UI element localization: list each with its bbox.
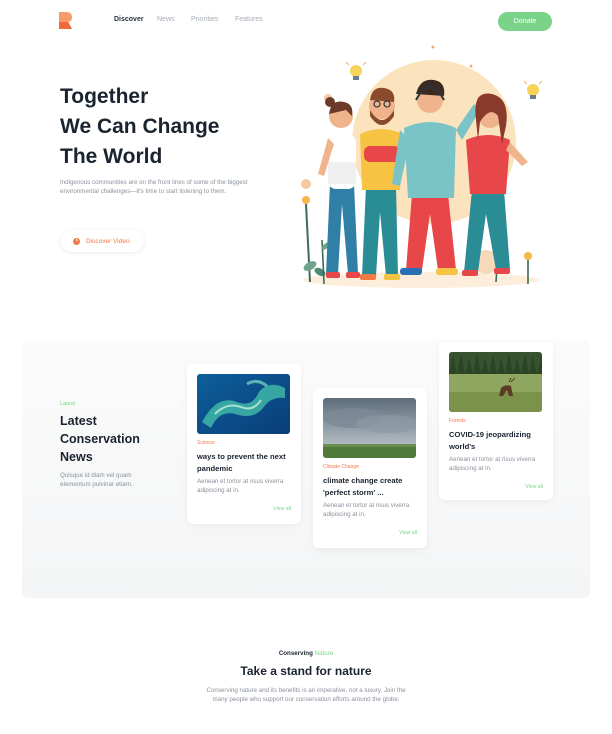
hero-title-line: We Can Change (60, 115, 220, 138)
news-heading-line: Conservation (60, 432, 140, 446)
news-card-forests[interactable]: Forests COVID-19 jeopardizing world's Ae… (439, 342, 553, 500)
news-heading: Latest Conservation News (60, 412, 160, 466)
card-body: Aenean et tortor at risus viverra adipis… (449, 456, 536, 472)
news-card-science[interactable]: Science ways to prevent the next pandemi… (187, 364, 301, 524)
news-kicker: Latest (60, 401, 75, 407)
logo-icon[interactable] (59, 12, 72, 29)
discover-video-label: Discover Video (86, 237, 130, 245)
discover-video-button[interactable]: Discover Video (61, 230, 144, 252)
hero-description: Indigenous communities are on the front … (60, 179, 248, 196)
cta-kicker: Conserving Nature (0, 650, 612, 657)
hero-title-line: The World (60, 145, 163, 168)
card-view-all-link[interactable]: View all (273, 506, 291, 512)
card-tag: Forests (449, 418, 466, 424)
bulb-icon-left (345, 61, 367, 80)
card-image-science (197, 374, 290, 434)
news-heading-line: Latest (60, 414, 97, 428)
bulb-icon-right (523, 80, 543, 99)
cta-kicker-accent: Nature (314, 650, 334, 657)
nav-item-discover[interactable]: Discover (114, 16, 144, 23)
card-image-forests (449, 352, 542, 412)
hero-title-line: Together (60, 85, 149, 108)
card-tag: Climate Change (323, 464, 359, 470)
card-title: climate change create 'perfect storm' ..… (323, 476, 403, 497)
cta-title: Take a stand for nature (240, 664, 372, 678)
card-title: COVID-19 jeopardizing world's (449, 430, 531, 451)
card-view-all-link[interactable]: View all (399, 530, 417, 536)
card-title: ways to prevent the next pandemic (197, 452, 286, 473)
play-icon (73, 237, 80, 245)
card-view-all-link[interactable]: View all (525, 484, 543, 490)
person-1 (318, 97, 360, 278)
news-description: Quisque id diam vel quam elementum pulvi… (60, 472, 133, 488)
card-tag: Science (197, 440, 215, 446)
hero-title: Together We Can Change The World (60, 82, 260, 172)
nav-item-features[interactable]: Features (235, 16, 263, 23)
hero-illustration (301, 45, 543, 288)
card-body: Aenean et tortor at risus viverra adipis… (197, 478, 284, 494)
cta-kicker-main: Conserving (278, 650, 313, 657)
news-heading-line: News (60, 450, 93, 464)
card-body: Aenean et tortor at risus viverra adipis… (323, 502, 410, 518)
donate-button[interactable]: Donate (498, 12, 552, 31)
nav-item-priorities[interactable]: Priorities (191, 16, 218, 23)
card-image-climate (323, 398, 416, 458)
news-card-climate[interactable]: Climate Change climate change create 'pe… (313, 388, 427, 548)
nav-item-news[interactable]: News (157, 16, 175, 23)
cta-description: Conserving nature and its benefits is an… (206, 687, 406, 703)
